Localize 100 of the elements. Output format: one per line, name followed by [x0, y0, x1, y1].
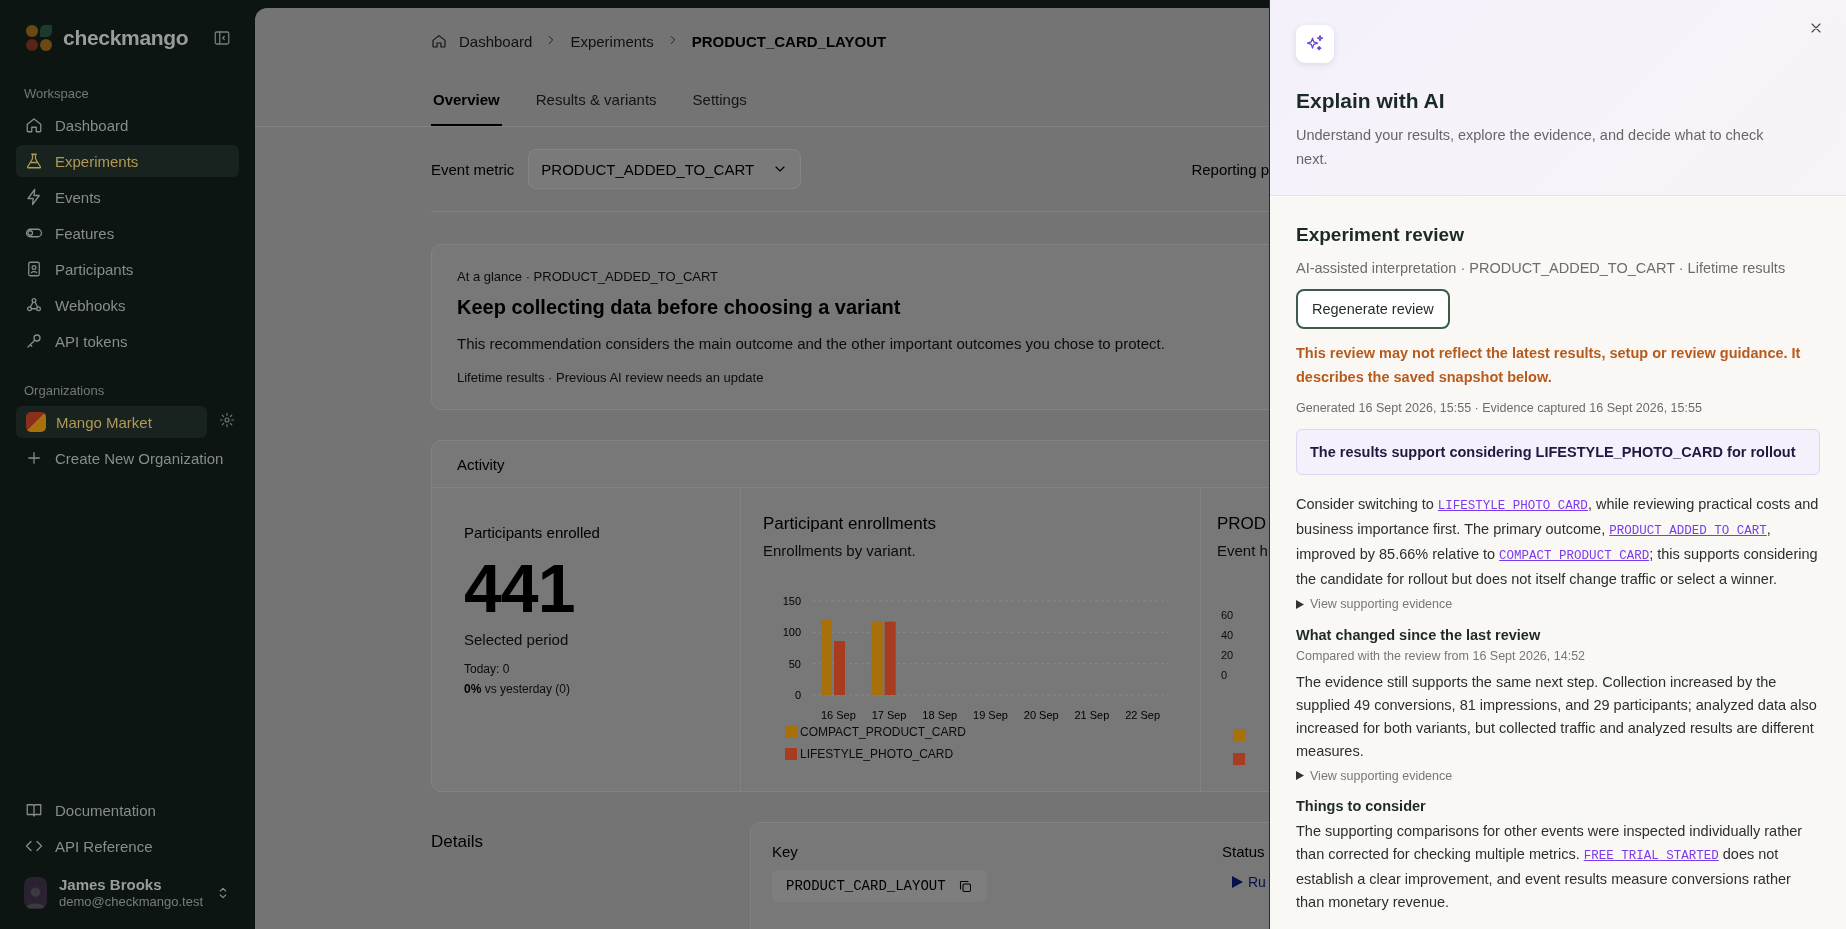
breadcrumb-item: PRODUCT_CARD_LAYOUT	[691, 32, 887, 50]
axis-tick-label: 0	[794, 689, 801, 701]
user-name: James Brooks	[59, 876, 163, 893]
stat-period: Selected period	[464, 631, 570, 648]
sidebar-item[interactable]: Webhooks	[16, 289, 239, 321]
status-text: Ru	[1248, 874, 1266, 890]
home-icon	[25, 116, 43, 134]
tab[interactable]: Results & variants	[533, 74, 659, 126]
axis-tick-label: 20	[1221, 649, 1234, 661]
regenerate-button[interactable]: Regenerate review	[1296, 289, 1450, 329]
key-value: PRODUCT_CARD_LAYOUT	[772, 870, 987, 902]
id-badge-icon	[25, 260, 43, 278]
disclosure-triangle-icon	[1296, 599, 1304, 609]
tab[interactable]: Overview	[431, 74, 502, 126]
axis-tick-label: 16 Sep	[820, 709, 856, 721]
logo-icon	[25, 24, 53, 52]
axis-tick-label: 60	[1221, 609, 1234, 621]
axis-tick-label: 20 Sep	[1023, 709, 1059, 721]
disclosure-triangle-icon	[1296, 771, 1304, 780]
sidebar-item[interactable]: Events	[16, 181, 239, 213]
variant-link[interactable]: FREE_TRIAL_STARTED	[1583, 849, 1719, 863]
sidebar-item[interactable]: Features	[16, 217, 239, 249]
axis-tick-label: 0	[1221, 669, 1228, 681]
legend-label: COMPACT_PRODUCT_CARD	[800, 725, 966, 739]
breadcrumb-item[interactable]: Dashboard	[459, 32, 533, 50]
card-title: Keep collecting data before choosing a variant	[457, 296, 902, 319]
reporting-label: Reporting p	[1191, 160, 1269, 178]
section-subtitle: Compared with the review from 16 Sept 2026, 14:52	[1296, 648, 1587, 663]
card-footer-text: Lifetime results · Previous AI review needs an update	[457, 370, 765, 385]
brand-name: checkmango	[63, 26, 190, 50]
axis-tick-label: 19 Sep	[973, 709, 1008, 721]
event-metric-dropdown[interactable]: PRODUCT_ADDED_TO_CART	[528, 149, 802, 189]
webhook-icon	[25, 296, 43, 314]
field-label: Status	[1222, 843, 1266, 860]
section-title: Details	[431, 831, 484, 853]
copy-icon	[957, 878, 973, 894]
warning-text: This review may not reflect the latest results, setup or review guidance. It describes the saved snapshot below.	[1296, 344, 1802, 387]
sidebar-link[interactable]: Documentation	[16, 794, 239, 826]
organization-item[interactable]: Mango Market	[16, 406, 207, 438]
breadcrumb-item[interactable]: Experiments	[570, 32, 654, 50]
card-eyebrow: At a glance · PRODUCT_ADDED_TO_CART	[457, 269, 720, 284]
sidebar-item[interactable]: API tokens	[16, 325, 239, 357]
generated-timestamp: Generated 16 Sept 2026, 15:55 · Evidence captured 16 Sept 2026, 15:55	[1296, 401, 1702, 415]
sparkles-icon	[1296, 25, 1334, 63]
panel-title: Explain with AI	[1296, 89, 1446, 113]
card-title: Activity	[457, 455, 505, 473]
section-label: Organizations	[23, 383, 106, 398]
play-icon	[1230, 875, 1244, 889]
field-label: Event metric	[431, 160, 515, 178]
axis-tick-label: 100	[782, 626, 801, 639]
home-icon	[431, 33, 447, 49]
stat-value: 441	[464, 549, 576, 627]
chart-subtitle: Enrollments by variant.	[763, 542, 917, 559]
axis-tick-label: 21 Sep	[1074, 709, 1110, 721]
variant-link[interactable]: LIFESTYLE_PHOTO_CARD	[1437, 499, 1588, 513]
evidence-toggle[interactable]: View supporting evidence	[1296, 768, 1453, 783]
stat-label: Participants enrolled	[464, 524, 601, 541]
settings-icon	[219, 412, 235, 428]
axis-tick-label: 150	[782, 595, 801, 607]
review-paragraph: The evidence still supports the same next step. Collection increased by the supplied 49 conversions, 81 impressions, and 29 participants; analyzed data also increased for both variants, but collected traffic and analyzed results are different measures.	[1296, 672, 1818, 761]
user-email: demo@checkmango.test	[59, 894, 203, 909]
tab[interactable]: Settings	[690, 74, 749, 126]
panel-subtitle: Understand your results, explore the evidence, and decide what to check next.	[1296, 126, 1765, 169]
flask-icon	[25, 152, 43, 170]
key-icon	[25, 332, 43, 350]
chart-title: PROD	[1217, 514, 1268, 534]
review-paragraph: The supporting comparisons for other events were inspected individually rather than corrected for checking multiple metrics. FREE_TRIAL_STARTED does not establish a clear improvement, and event results measure conversions rather than monetary revenue.	[1296, 822, 1804, 912]
axis-tick-label: 22 Sep	[1125, 709, 1161, 721]
field-label: Key	[772, 843, 799, 860]
axis-tick-label: 17 Sep	[871, 709, 907, 721]
verdict-callout: The results support considering LIFESTYLE_PHOTO_CARD for rollout	[1296, 429, 1820, 475]
avatar-silhouette	[24, 876, 47, 909]
stat-comparison: 0% vs yesterday (0)	[464, 682, 572, 696]
create-organization-link[interactable]: Create New Organization	[16, 442, 239, 474]
sidebar-item[interactable]: Experiments	[16, 145, 239, 177]
lightning-icon	[25, 188, 43, 206]
axis-tick-label: 18 Sep	[922, 709, 958, 721]
review-title: Experiment review	[1296, 224, 1464, 246]
section-heading: Things to consider	[1296, 798, 1427, 814]
review-paragraph: Consider switching to LIFESTYLE_PHOTO_CARD, while reviewing practical costs and business importance first. The primary outcome, PRODUCT_ADDED_TO_CART, improved by 85.66% relative to COMPACT_PRODUCT_CARD; this supports considering the candidate for rollout but does not itself change traffic or select a winner.	[1296, 495, 1820, 589]
section-label: Workspace	[23, 86, 90, 101]
legend-label: LIFESTYLE_PHOTO_CARD	[800, 747, 954, 761]
evidence-toggle[interactable]: View supporting evidence	[1296, 597, 1453, 611]
book-icon	[25, 801, 43, 819]
stat-today: Today: 0	[464, 662, 511, 676]
variant-link[interactable]: PRODUCT_ADDED_TO_CART	[1609, 524, 1767, 538]
axis-tick-label: 40	[1221, 629, 1234, 641]
sidebar-link[interactable]: API Reference	[16, 830, 239, 862]
review-meta: AI-assisted interpretation · PRODUCT_ADDED_TO_CART · Lifetime results	[1296, 260, 1786, 276]
sidebar-item[interactable]: Participants	[16, 253, 239, 285]
card-description: This recommendation considers the main outcome and the other important outcomes you chose to protect.	[457, 335, 1166, 352]
plus-icon	[25, 449, 43, 467]
section-heading: What changed since the last review	[1296, 626, 1542, 643]
chart-subtitle: Event h	[1217, 542, 1269, 559]
axis-tick-label: 50	[788, 657, 801, 670]
bar	[834, 641, 845, 695]
sidebar-item[interactable]: Dashboard	[16, 109, 239, 141]
panel-icon	[213, 29, 231, 47]
sidebar-toggle-button[interactable]	[213, 29, 231, 47]
chart-title: Participant enrollments	[763, 514, 937, 534]
